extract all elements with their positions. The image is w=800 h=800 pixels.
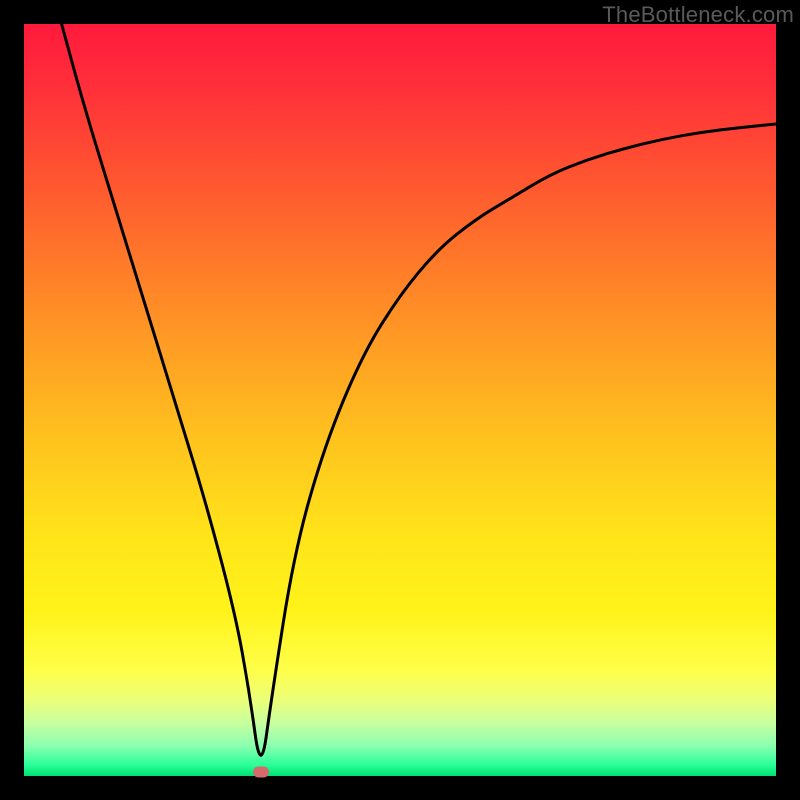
chart-frame <box>24 24 776 776</box>
watermark-text: TheBottleneck.com <box>602 2 794 28</box>
bottleneck-curve <box>24 24 776 776</box>
minimum-marker <box>253 767 269 778</box>
